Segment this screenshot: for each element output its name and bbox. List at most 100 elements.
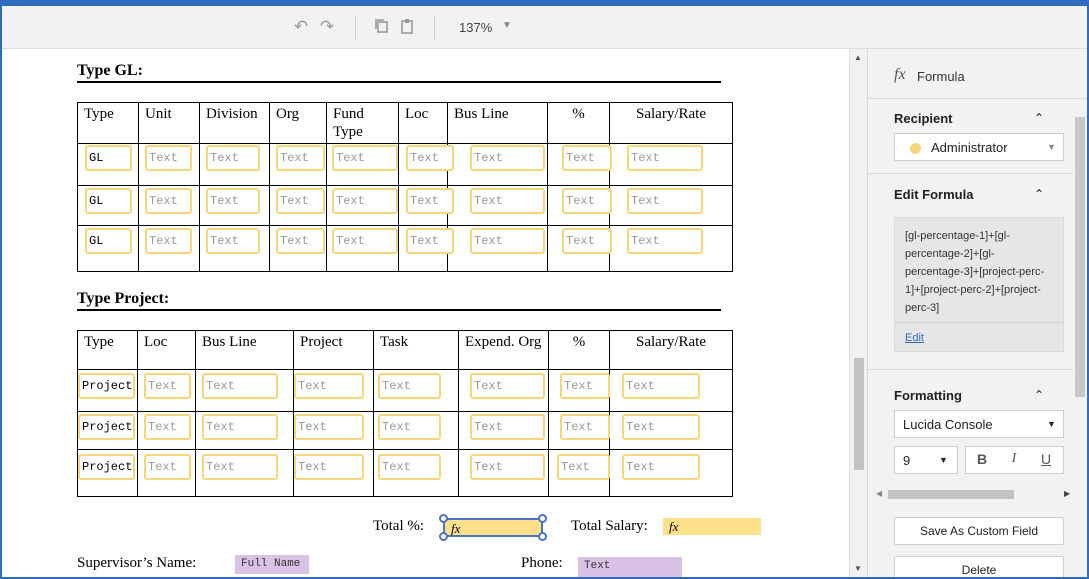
copy-icon[interactable] [373,18,391,36]
phone-label: Phone: [521,555,563,571]
project-loc-field[interactable]: Text [144,414,191,440]
zoom-dropdown-icon[interactable]: ▼ [502,20,512,31]
zoom-level[interactable]: 137% [459,20,492,35]
total-percentage-formula-field[interactable]: fx [439,514,547,541]
gl-division-field[interactable]: Text [206,228,260,254]
gl-unit-field[interactable]: Text [145,188,192,214]
gl-org-field[interactable]: Text [276,228,325,254]
gl-salary-field[interactable]: Text [627,188,703,214]
resize-handle[interactable] [439,514,448,523]
edit-formula-link[interactable]: Edit [905,332,924,344]
gl-unit-field[interactable]: Text [145,145,192,171]
gl-org-field[interactable]: Text [276,188,325,214]
project-loc-field[interactable]: Text [144,454,191,480]
chevron-up-icon[interactable]: ⌃ [1034,187,1044,201]
project-loc-field[interactable]: Text [144,373,191,399]
gl-type-field[interactable]: GL [85,145,132,171]
project-salary-field[interactable]: Text [622,414,700,440]
gl-fund-type-field[interactable]: Text [332,145,398,171]
gl-loc-field[interactable]: Text [406,145,454,171]
gl-loc-field[interactable]: Text [406,228,454,254]
gl-type-field[interactable]: GL [85,228,132,254]
gl-bus-line-field[interactable]: Text [470,228,545,254]
scroll-up-icon[interactable]: ▲ [854,53,862,62]
gl-bus-line-field[interactable]: Text [470,145,545,171]
gl-loc-field[interactable]: Text [406,188,454,214]
italic-button[interactable]: I [1000,446,1028,472]
gl-fund-type-field[interactable]: Text [332,228,398,254]
chevron-up-icon[interactable]: ⌃ [1034,388,1044,402]
project-bus-line-field[interactable]: Text [202,414,278,440]
panel-header: fx Formula [868,49,1087,99]
project-percentage-field[interactable]: Text [557,454,610,480]
project-percentage-field[interactable]: Text [560,414,610,440]
gl-percentage-field[interactable]: Text [562,145,612,171]
gl-unit-field[interactable]: Text [145,228,192,254]
resize-handle[interactable] [538,532,547,541]
formula-text: [gl-percentage-1]+[gl-percentage-2]+[gl-… [905,230,1045,314]
scrollbar-thumb[interactable] [888,490,1014,499]
underline-button[interactable]: U [1032,446,1060,472]
phone-field[interactable]: Text [578,557,682,577]
scrollbar-thumb[interactable] [854,358,864,470]
project-percentage-field[interactable]: Text [560,373,610,399]
gl-percentage-field[interactable]: Text [562,188,612,214]
project-expend-org-field[interactable]: Text [470,414,545,440]
app-window: ↶ ↷ 137% ▼ Type GL: Type Unit Division O… [0,0,1089,579]
project-type-field[interactable]: Project [78,414,135,440]
properties-panel: fx Formula Recipient ⌃ Administrator ▼ E… [867,49,1087,577]
project-expend-org-field[interactable]: Text [470,454,545,480]
scroll-left-icon[interactable]: ◀ [876,489,882,498]
scroll-down-icon[interactable]: ▼ [854,564,862,573]
project-task-field[interactable]: Text [378,414,441,440]
project-salary-field[interactable]: Text [622,373,700,399]
project-bus-line-field[interactable]: Text [202,373,278,399]
chevron-up-icon[interactable]: ⌃ [1034,111,1044,125]
delete-button[interactable]: Delete [894,556,1064,577]
gl-bus-line-field[interactable]: Text [470,188,545,214]
project-type-field[interactable]: Project [78,454,135,480]
resize-handle[interactable] [439,532,448,541]
total-salary-formula-field[interactable]: fx [663,518,761,535]
resize-handle[interactable] [538,514,547,523]
gl-type-field[interactable]: GL [85,188,132,214]
gl-division-field[interactable]: Text [206,188,260,214]
scroll-right-icon[interactable]: ▶ [1064,489,1070,498]
project-type-field[interactable]: Project [78,373,135,399]
document-scrollbar[interactable]: ▲ ▼ [849,49,867,577]
project-project-field[interactable]: Text [294,414,364,440]
gl-division-field[interactable]: Text [206,145,260,171]
font-family-select[interactable]: Lucida Console ▼ [894,410,1064,438]
project-expend-org-field[interactable]: Text [470,373,545,399]
panel-scrollbar[interactable] [1073,99,1087,479]
font-size-select[interactable]: 9 ▼ [894,446,958,474]
column-header: Salary/Rate [609,102,733,144]
supervisor-name-field[interactable]: Full Name [235,555,309,574]
section-title-gl: Type GL: [77,62,143,79]
gl-salary-field[interactable]: Text [627,228,703,254]
gl-org-field[interactable]: Text [276,145,325,171]
redo-icon[interactable]: ↷ [318,18,336,36]
gl-salary-field[interactable]: Text [627,145,703,171]
column-header: % [548,330,610,370]
recipient-section-title: Recipient [894,111,953,126]
scrollbar-thumb[interactable] [1075,117,1085,397]
column-header: Unit [138,102,200,144]
project-task-field[interactable]: Text [378,454,441,480]
bold-button[interactable]: B [968,446,996,472]
undo-icon[interactable]: ↶ [292,18,310,36]
save-as-custom-field-button[interactable]: Save As Custom Field [894,517,1064,545]
column-header: Salary/Rate [609,330,733,370]
project-bus-line-field[interactable]: Text [202,454,278,480]
project-project-field[interactable]: Text [294,373,364,399]
gl-percentage-field[interactable]: Text [562,228,612,254]
recipient-select[interactable]: Administrator ▼ [894,133,1064,161]
project-project-field[interactable]: Text [294,454,364,480]
column-header: Type [77,102,139,144]
panel-horizontal-scrollbar[interactable]: ◀ ▶ [876,487,1072,501]
project-salary-field[interactable]: Text [622,454,700,480]
font-family-value: Lucida Console [903,417,993,432]
gl-fund-type-field[interactable]: Text [332,188,398,214]
paste-icon[interactable] [398,18,416,36]
project-task-field[interactable]: Text [378,373,441,399]
